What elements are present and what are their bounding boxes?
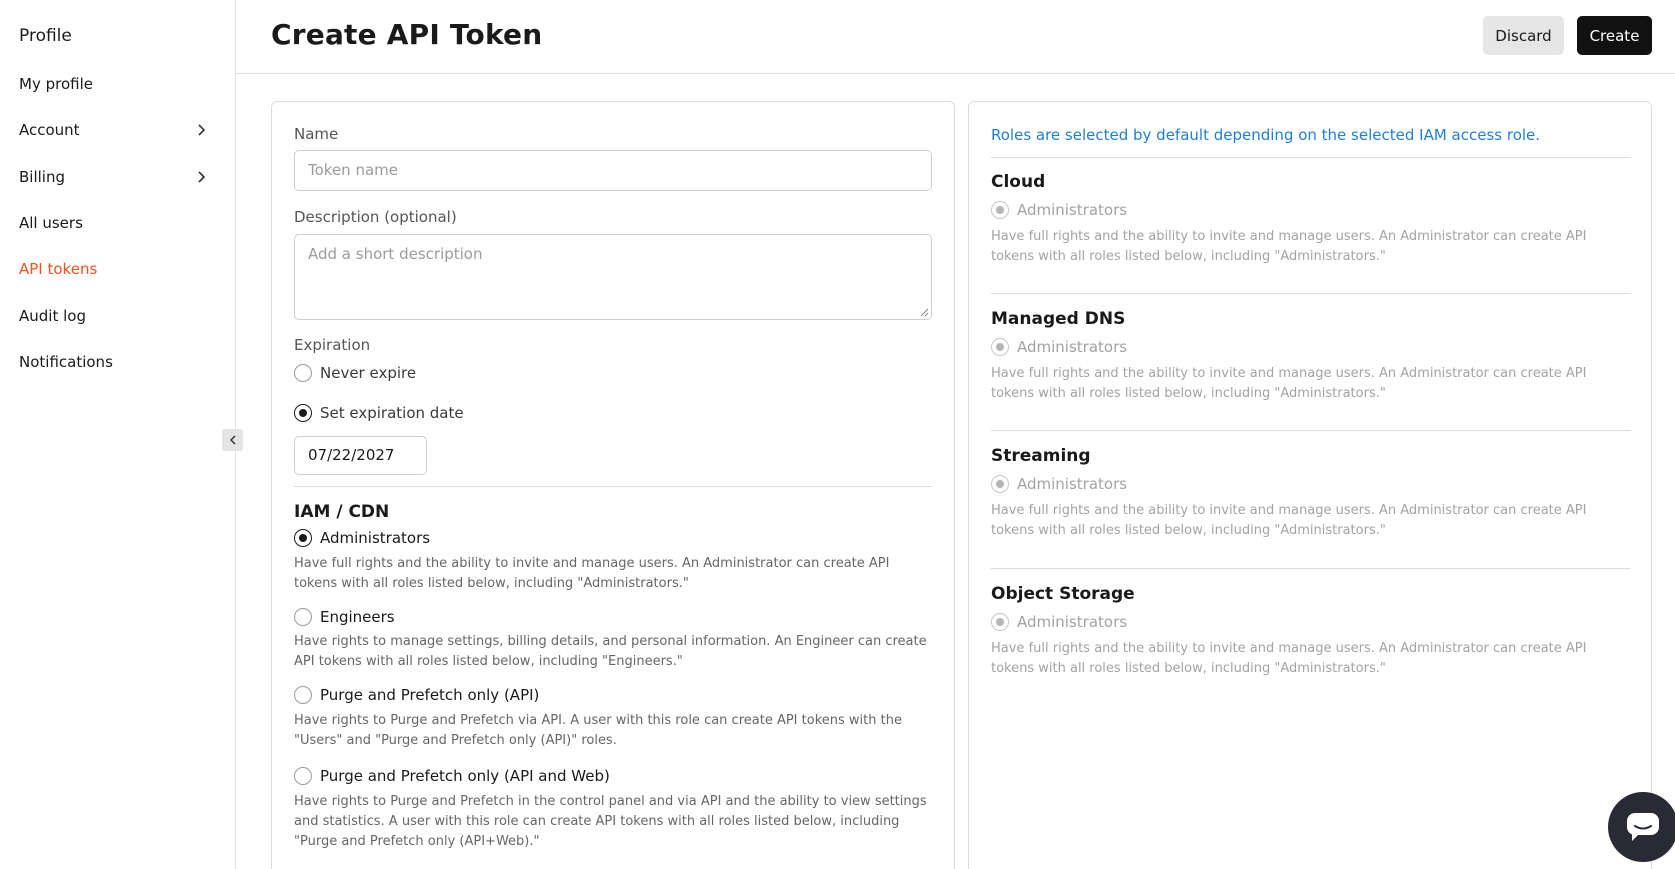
- radio-button: [991, 338, 1009, 356]
- sidebar-item-label: API tokens: [19, 260, 98, 278]
- description-textarea[interactable]: Add a short description: [294, 234, 932, 320]
- description-placeholder: Add a short description: [308, 245, 483, 263]
- product-title-cloud: Cloud: [991, 172, 1046, 192]
- sidebar: Profile My profile Account Billing All u…: [0, 0, 236, 869]
- discard-button[interactable]: Discard: [1483, 16, 1564, 55]
- resize-grip-icon[interactable]: [920, 308, 929, 317]
- divider: [991, 568, 1631, 569]
- radio-iam-engineers[interactable]: Engineers: [294, 608, 395, 626]
- chat-button[interactable]: [1608, 792, 1675, 862]
- role-description: Have full rights and the ability to invi…: [991, 229, 1587, 264]
- radio-label: Never expire: [320, 364, 417, 382]
- sidebar-item-account[interactable]: Account: [19, 118, 209, 142]
- radio-button[interactable]: [294, 529, 312, 547]
- expiration-label: Expiration: [294, 336, 371, 354]
- token-form-panel: Name Token name Description (optional) A…: [271, 101, 955, 869]
- role-description: Have rights to manage settings, billing …: [294, 634, 927, 669]
- sidebar-item-label: Account: [19, 121, 80, 139]
- divider: [991, 157, 1631, 158]
- role-description: Have full rights and the ability to invi…: [991, 641, 1587, 676]
- radio-button: [991, 613, 1009, 631]
- radio-label: Administrators: [1017, 475, 1128, 493]
- radio-label: Administrators: [1017, 338, 1128, 356]
- radio-never-expire[interactable]: Never expire: [294, 364, 416, 382]
- chevron-right-icon: [198, 171, 206, 183]
- sidebar-item-label: Audit log: [19, 307, 86, 325]
- role-description: Have full rights and the ability to invi…: [991, 366, 1587, 401]
- divider: [991, 293, 1631, 294]
- radio-iam-purge-prefetch-api-web[interactable]: Purge and Prefetch only (API and Web): [294, 767, 610, 785]
- name-label: Name: [294, 125, 339, 143]
- radio-iam-administrators[interactable]: Administrators: [294, 529, 430, 547]
- radio-button[interactable]: [294, 608, 312, 626]
- page-title: Create API Token: [271, 18, 543, 51]
- radio-button[interactable]: [294, 767, 312, 785]
- chat-icon: [1627, 813, 1659, 841]
- description-label: Description (optional): [294, 208, 457, 226]
- sidebar-item-api-tokens[interactable]: API tokens: [19, 257, 209, 281]
- sidebar-item-notifications[interactable]: Notifications: [19, 350, 209, 374]
- radio-iam-purge-prefetch-api[interactable]: Purge and Prefetch only (API): [294, 686, 539, 704]
- sidebar-item-label: Notifications: [19, 353, 113, 371]
- sidebar-item-label: Billing: [19, 168, 65, 186]
- role-description: Have rights to Purge and Prefetch in the…: [294, 794, 927, 849]
- iam-section-title: IAM / CDN: [294, 502, 390, 522]
- sidebar-item-label: My profile: [19, 75, 93, 93]
- radio-label: Purge and Prefetch only (API and Web): [320, 767, 610, 785]
- divider: [991, 430, 1631, 431]
- product-title-managed-dns: Managed DNS: [991, 309, 1126, 329]
- radio-object-storage-administrators: Administrators: [991, 613, 1127, 631]
- radio-button: [991, 201, 1009, 219]
- roles-panel: Roles are selected by default depending …: [968, 101, 1652, 869]
- radio-label: Set expiration date: [320, 404, 464, 422]
- sidebar-item-label: All users: [19, 214, 83, 232]
- radio-button[interactable]: [294, 404, 312, 422]
- sidebar-item-audit-log[interactable]: Audit log: [19, 304, 209, 328]
- role-description: Have rights to Purge and Prefetch via AP…: [294, 713, 902, 748]
- role-description: Have full rights and the ability to invi…: [991, 503, 1587, 538]
- sidebar-item-billing[interactable]: Billing: [19, 165, 209, 189]
- create-button[interactable]: Create: [1577, 16, 1652, 55]
- role-description: Have full rights and the ability to invi…: [294, 556, 890, 591]
- chevron-left-icon: [229, 435, 236, 445]
- radio-button[interactable]: [294, 364, 312, 382]
- product-title-streaming: Streaming: [991, 446, 1091, 466]
- sidebar-title: Profile: [19, 26, 72, 46]
- token-name-input[interactable]: Token name: [294, 150, 932, 191]
- radio-set-expiration-date[interactable]: Set expiration date: [294, 404, 464, 422]
- roles-info-text: Roles are selected by default depending …: [991, 126, 1541, 144]
- chevron-right-icon: [198, 124, 206, 136]
- radio-streaming-administrators: Administrators: [991, 475, 1127, 493]
- radio-label: Administrators: [320, 529, 431, 547]
- radio-button: [991, 475, 1009, 493]
- collapse-sidebar-button[interactable]: [222, 429, 243, 451]
- radio-label: Purge and Prefetch only (API): [320, 686, 540, 704]
- sidebar-item-my-profile[interactable]: My profile: [19, 72, 209, 96]
- radio-cloud-administrators: Administrators: [991, 201, 1127, 219]
- radio-button[interactable]: [294, 686, 312, 704]
- divider: [294, 486, 932, 487]
- page-header: Create API Token Discard Create: [236, 0, 1675, 74]
- radio-label: Administrators: [1017, 201, 1128, 219]
- sidebar-item-all-users[interactable]: All users: [19, 211, 209, 235]
- radio-managed-dns-administrators: Administrators: [991, 338, 1127, 356]
- expiration-date-input[interactable]: 07/22/2027: [294, 436, 427, 475]
- product-title-object-storage: Object Storage: [991, 584, 1135, 604]
- radio-label: Administrators: [1017, 613, 1128, 631]
- radio-label: Engineers: [320, 608, 395, 626]
